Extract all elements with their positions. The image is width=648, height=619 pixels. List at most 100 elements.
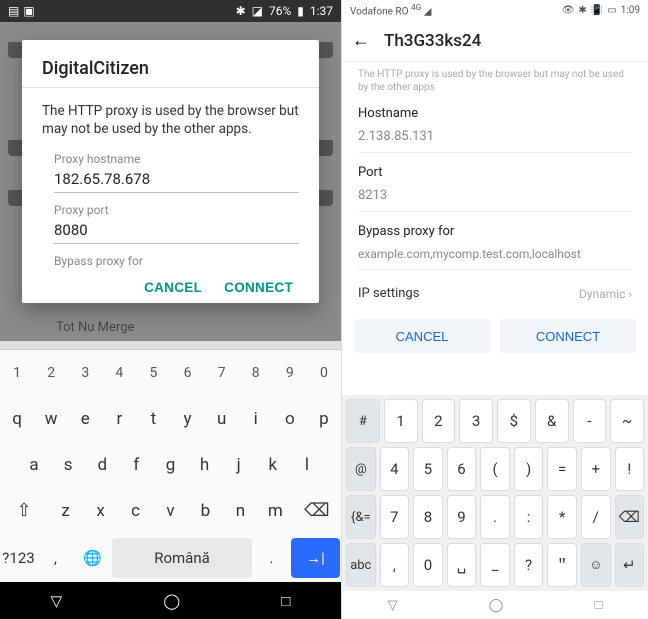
key-6[interactable]: 6 xyxy=(447,447,477,491)
key-globe[interactable]: 🌐 xyxy=(75,538,110,578)
dialog-description: The HTTP proxy is used by the browser bu… xyxy=(42,102,299,138)
keyboard[interactable]: 1234567890 qwertyuiop asdfghjkl ⇧zxcvbnm… xyxy=(0,349,341,582)
key-dot[interactable]: . xyxy=(254,538,289,578)
key-l[interactable]: l xyxy=(291,445,323,485)
key-9[interactable]: 9 xyxy=(447,495,477,539)
key-1[interactable]: 1 xyxy=(384,399,418,443)
key-⌫[interactable]: ⌫ xyxy=(615,495,645,539)
key-↵[interactable]: ↵ xyxy=(615,543,645,587)
key-g[interactable]: g xyxy=(154,445,186,485)
nav-home[interactable]: ◯ xyxy=(489,598,504,613)
key-i[interactable]: i xyxy=(240,399,272,439)
key-#[interactable]: # xyxy=(346,399,380,443)
key-b[interactable]: b xyxy=(189,491,222,531)
key-d[interactable]: d xyxy=(86,445,118,485)
nav-back[interactable]: ▽ xyxy=(388,598,398,613)
key-y[interactable]: y xyxy=(172,399,204,439)
bypass-input[interactable]: example.com,mycomp.test.com,localhost xyxy=(358,247,632,261)
key-@[interactable]: @ xyxy=(346,447,376,491)
key-⇧[interactable]: ⇧ xyxy=(1,491,47,531)
key-1[interactable]: 1 xyxy=(1,353,33,393)
key-☺[interactable]: ☺ xyxy=(581,543,611,587)
key-)[interactable]: ) xyxy=(514,447,544,491)
key-~[interactable]: ~ xyxy=(610,399,644,443)
nav-back[interactable]: ▽ xyxy=(51,592,63,610)
ip-settings-row[interactable]: IP settings Dynamic › xyxy=(358,282,632,305)
key-⌫[interactable]: ⌫ xyxy=(294,491,340,531)
key-3[interactable]: 3 xyxy=(459,399,493,443)
cancel-button[interactable]: CANCEL xyxy=(354,319,490,353)
key-t[interactable]: t xyxy=(137,399,169,439)
key-3[interactable]: 3 xyxy=(69,353,101,393)
key-␣[interactable]: ␣ xyxy=(447,543,477,587)
key-s[interactable]: s xyxy=(52,445,84,485)
key-6[interactable]: 6 xyxy=(172,353,204,393)
key-&[interactable]: & xyxy=(535,399,569,443)
key-:[interactable]: : xyxy=(514,495,544,539)
connect-button[interactable]: CONNECT xyxy=(224,280,293,295)
key-m[interactable]: m xyxy=(259,491,292,531)
nav-home[interactable]: ◯ xyxy=(163,592,180,610)
key-j[interactable]: j xyxy=(223,445,255,485)
key-4[interactable]: 4 xyxy=(380,447,410,491)
hostname-input[interactable]: 2.138.85.131 xyxy=(358,129,632,144)
key-2[interactable]: 2 xyxy=(422,399,456,443)
nav-recent[interactable]: □ xyxy=(595,597,603,613)
key-8[interactable]: 8 xyxy=(413,495,443,539)
key-5[interactable]: 5 xyxy=(413,447,443,491)
key-_[interactable]: _ xyxy=(480,543,510,587)
key-q[interactable]: q xyxy=(1,399,33,439)
key-w[interactable]: w xyxy=(35,399,67,439)
key-2[interactable]: 2 xyxy=(35,353,67,393)
key-h[interactable]: h xyxy=(189,445,221,485)
back-icon[interactable]: ← xyxy=(352,30,370,51)
key-v[interactable]: v xyxy=(154,491,187,531)
key-{&=[interactable]: {&= xyxy=(346,495,376,539)
key-o[interactable]: o xyxy=(274,399,306,439)
key-7[interactable]: 7 xyxy=(206,353,238,393)
key-,[interactable]: , xyxy=(380,543,410,587)
key-symbols[interactable]: ?123 xyxy=(1,538,36,578)
key-4[interactable]: 4 xyxy=(103,353,135,393)
key-comma[interactable]: , xyxy=(38,538,73,578)
key-+[interactable]: + xyxy=(581,447,611,491)
port-input[interactable]: 8080 xyxy=(54,221,299,244)
key-$[interactable]: $ xyxy=(497,399,531,443)
key--[interactable]: - xyxy=(573,399,607,443)
key-r[interactable]: r xyxy=(103,399,135,439)
key-x[interactable]: x xyxy=(84,491,117,531)
key-＂[interactable]: ＂ xyxy=(547,543,577,587)
key-=[interactable]: = xyxy=(547,447,577,491)
connect-button[interactable]: CONNECT xyxy=(500,319,636,353)
key-p[interactable]: p xyxy=(308,399,340,439)
key-abc[interactable]: abc xyxy=(346,543,376,587)
key-0[interactable]: 0 xyxy=(308,353,340,393)
key-z[interactable]: z xyxy=(49,491,82,531)
key-?[interactable]: ? xyxy=(514,543,544,587)
key-/[interactable]: / xyxy=(581,495,611,539)
key-c[interactable]: c xyxy=(119,491,152,531)
cancel-button[interactable]: CANCEL xyxy=(144,280,202,295)
key-5[interactable]: 5 xyxy=(137,353,169,393)
key-.[interactable]: . xyxy=(480,495,510,539)
nav-recent[interactable]: □ xyxy=(281,592,290,610)
key-n[interactable]: n xyxy=(224,491,257,531)
key-enter[interactable]: →| xyxy=(291,538,340,578)
key-a[interactable]: a xyxy=(18,445,50,485)
key-k[interactable]: k xyxy=(257,445,289,485)
key-7[interactable]: 7 xyxy=(380,495,410,539)
keyboard[interactable]: #123$&-~ @456()=+! {&=789.:*/⌫ abc,0␣_?＂… xyxy=(342,395,648,591)
key-0[interactable]: 0 xyxy=(413,543,443,587)
key-e[interactable]: e xyxy=(69,399,101,439)
chevron-right-icon: › xyxy=(628,287,632,301)
key-9[interactable]: 9 xyxy=(274,353,306,393)
key-f[interactable]: f xyxy=(120,445,152,485)
key-space[interactable]: Română xyxy=(112,538,252,578)
key-8[interactable]: 8 xyxy=(240,353,272,393)
port-input[interactable]: 8213 xyxy=(358,188,632,203)
key-u[interactable]: u xyxy=(206,399,238,439)
key-*[interactable]: * xyxy=(547,495,577,539)
key-![interactable]: ! xyxy=(615,447,645,491)
key-([interactable]: ( xyxy=(480,447,510,491)
hostname-input[interactable]: 182.65.78.678 xyxy=(54,170,299,193)
